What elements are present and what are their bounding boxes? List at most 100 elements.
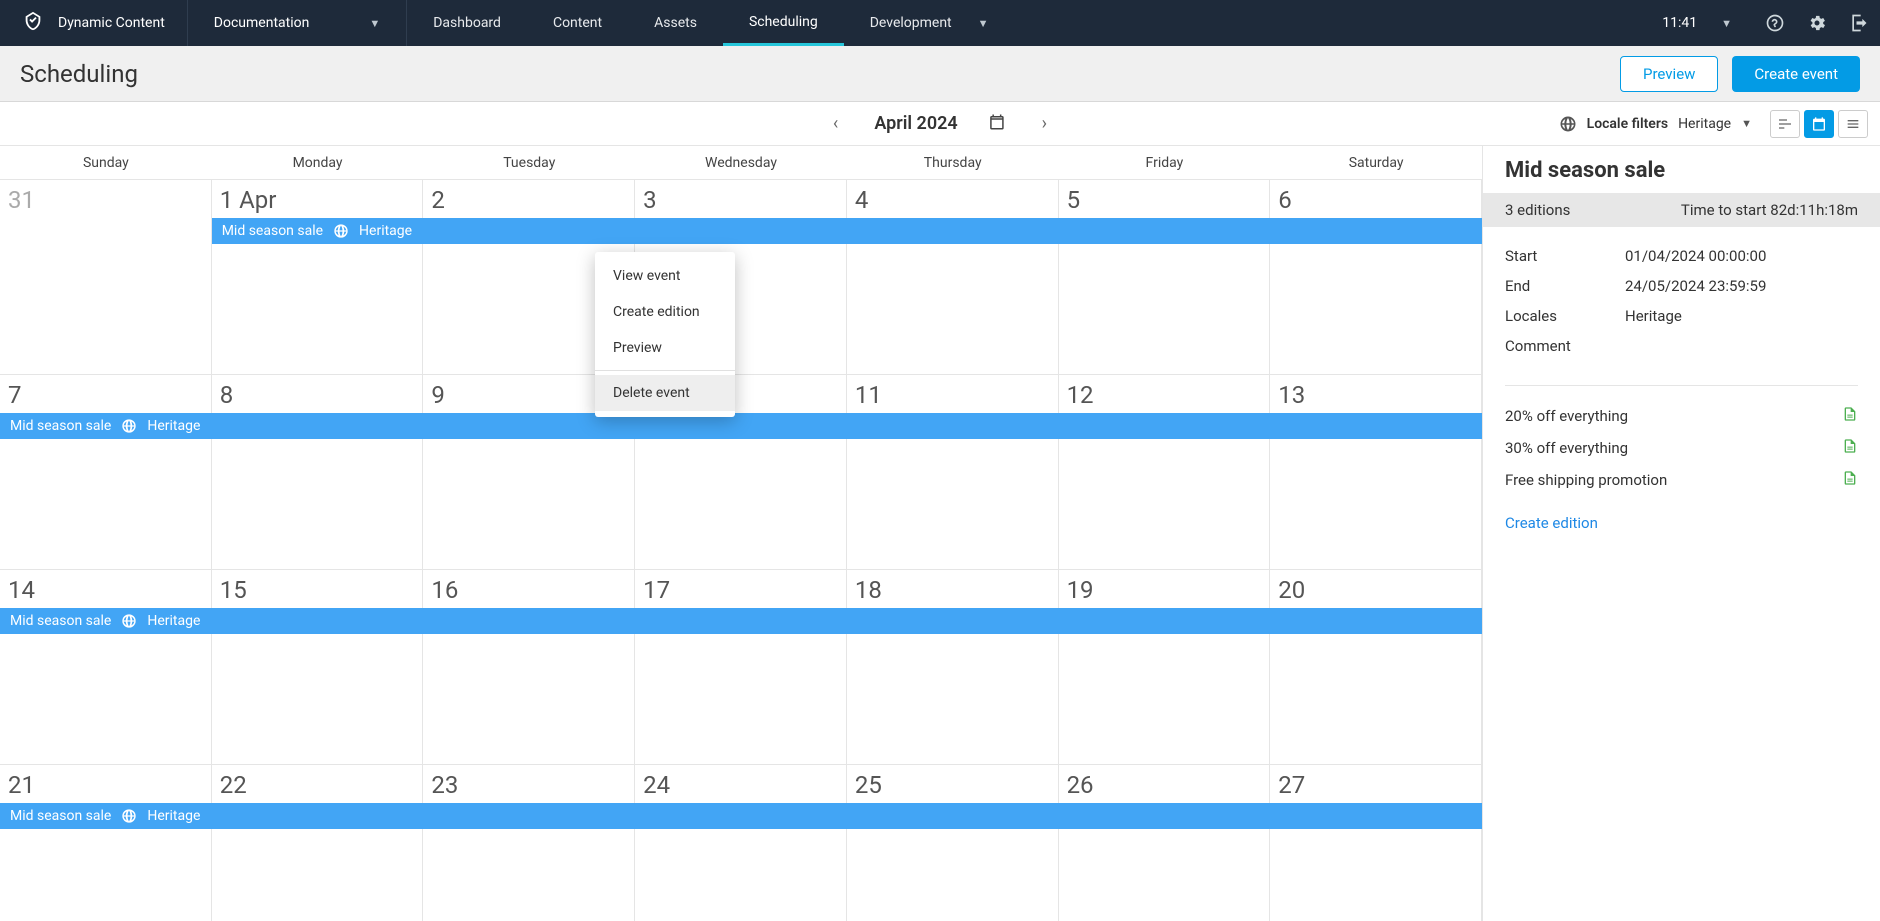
- event-bar[interactable]: Mid season saleHeritage: [0, 608, 1482, 634]
- calendar-cell[interactable]: 5: [1059, 180, 1271, 374]
- logout-button[interactable]: [1838, 0, 1880, 46]
- context-menu: View event Create edition Preview Delete…: [595, 252, 735, 417]
- nav-tab-assets[interactable]: Assets: [628, 0, 723, 46]
- calendar-cell[interactable]: 15: [212, 570, 424, 764]
- panel-summary-bar: 3 editions Time to start 82d:11h:18m: [1483, 193, 1880, 227]
- locale-filter-value: Heritage: [1678, 116, 1731, 132]
- create-edition-link[interactable]: Create edition: [1483, 500, 1880, 546]
- calendar-cell[interactable]: 13: [1270, 375, 1482, 569]
- nav-tabs: DashboardContentAssetsSchedulingDevelopm…: [407, 0, 1014, 46]
- preview-button[interactable]: Preview: [1620, 56, 1718, 92]
- panel-title: Mid season sale: [1483, 146, 1880, 193]
- locale-filter-label: Locale filters: [1587, 116, 1668, 132]
- calendar-view-button[interactable]: [1804, 110, 1834, 138]
- calendar-cell[interactable]: 7: [0, 375, 212, 569]
- document-icon: [1842, 470, 1858, 490]
- day-header: Thursday: [847, 146, 1059, 179]
- day-number: 6: [1278, 186, 1473, 214]
- event-label: Mid season sale: [10, 808, 111, 824]
- timeline-view-button[interactable]: [1770, 110, 1800, 138]
- menu-delete-event[interactable]: Delete event: [595, 375, 735, 411]
- edition-label: 30% off everything: [1505, 439, 1628, 457]
- page-title: Scheduling: [20, 60, 138, 88]
- menu-preview[interactable]: Preview: [595, 330, 735, 366]
- menu-create-edition[interactable]: Create edition: [595, 294, 735, 330]
- brand[interactable]: Dynamic Content: [0, 0, 188, 46]
- event-bar[interactable]: Mid season saleHeritage: [0, 803, 1482, 829]
- day-header: Sunday: [0, 146, 212, 179]
- edition-row[interactable]: 20% off everything: [1505, 400, 1858, 432]
- day-number: 16: [431, 576, 626, 604]
- document-icon: [1842, 406, 1858, 426]
- calendar-icon: [988, 113, 1006, 131]
- date-picker-button[interactable]: [988, 113, 1006, 135]
- edition-row[interactable]: 30% off everything: [1505, 432, 1858, 464]
- calendar-cell[interactable]: 12: [1059, 375, 1271, 569]
- globe-icon: [1559, 115, 1577, 133]
- day-number: 22: [220, 771, 415, 799]
- brand-icon: [22, 10, 44, 36]
- next-month-button[interactable]: ›: [1036, 107, 1053, 140]
- calendar-cell[interactable]: 21: [0, 765, 212, 921]
- calendar-cell[interactable]: 6: [1270, 180, 1482, 374]
- day-number: 19: [1067, 576, 1262, 604]
- day-number: 25: [855, 771, 1050, 799]
- event-label: Mid season sale: [222, 223, 323, 239]
- day-header: Saturday: [1270, 146, 1482, 179]
- calendar-cell[interactable]: 14: [0, 570, 212, 764]
- edition-label: 20% off everything: [1505, 407, 1628, 425]
- create-event-button[interactable]: Create event: [1732, 56, 1860, 92]
- edition-row[interactable]: Free shipping promotion: [1505, 464, 1858, 496]
- calendar-cell[interactable]: 19: [1059, 570, 1271, 764]
- day-number: 23: [431, 771, 626, 799]
- help-icon: [1765, 13, 1785, 33]
- time-label: 11:41: [1662, 15, 1697, 31]
- calendar-cell[interactable]: 11: [847, 375, 1059, 569]
- gear-icon: [1807, 13, 1827, 33]
- event-bar[interactable]: Mid season sale Heritage: [212, 218, 1482, 244]
- event-bar[interactable]: Mid season saleHeritage: [0, 413, 1482, 439]
- calendar-icon: [1811, 116, 1827, 132]
- calendar-cell[interactable]: 20: [1270, 570, 1482, 764]
- calendar: SundayMondayTuesdayWednesdayThursdayFrid…: [0, 146, 1482, 921]
- calendar-cell[interactable]: 4: [847, 180, 1059, 374]
- prev-month-button[interactable]: ‹: [827, 107, 844, 140]
- list-view-button[interactable]: [1838, 110, 1868, 138]
- calendar-cell[interactable]: 23: [423, 765, 635, 921]
- calendar-cell[interactable]: 26: [1059, 765, 1271, 921]
- help-button[interactable]: [1754, 0, 1796, 46]
- view-toggle: [1770, 110, 1868, 138]
- calendar-week: 21 22 23 24 25 2627Mid season saleHeritage: [0, 765, 1482, 921]
- calendar-cell[interactable]: 24: [635, 765, 847, 921]
- calendar-cell[interactable]: 31: [0, 180, 212, 374]
- day-number: 13: [1278, 381, 1473, 409]
- calendar-cell[interactable]: 8: [212, 375, 424, 569]
- calendar-cell[interactable]: 18: [847, 570, 1059, 764]
- calendar-cell[interactable]: 22: [212, 765, 424, 921]
- calendar-cell[interactable]: 17: [635, 570, 847, 764]
- chevron-down-icon: ▼: [369, 17, 380, 30]
- nav-tab-development[interactable]: Development▼: [844, 0, 1015, 46]
- time-dropdown[interactable]: 11:41 ▼: [1640, 15, 1754, 31]
- day-number: 4: [855, 186, 1050, 214]
- event-locale: Heritage: [359, 223, 412, 239]
- calendar-cell[interactable]: 25: [847, 765, 1059, 921]
- calendar-cell[interactable]: 1 Apr: [212, 180, 424, 374]
- divider: [1505, 385, 1858, 386]
- calendar-cell[interactable]: 27: [1270, 765, 1482, 921]
- nav-tab-dashboard[interactable]: Dashboard: [407, 0, 527, 46]
- menu-view-event[interactable]: View event: [595, 258, 735, 294]
- nav-tab-scheduling[interactable]: Scheduling: [723, 0, 844, 46]
- locale-filter[interactable]: Locale filters Heritage ▼: [1559, 115, 1752, 133]
- settings-button[interactable]: [1796, 0, 1838, 46]
- calendar-cell[interactable]: 16: [423, 570, 635, 764]
- nav-tab-content[interactable]: Content: [527, 0, 628, 46]
- globe-icon: [333, 223, 349, 239]
- field-value: 24/05/2024 23:59:59: [1625, 277, 1766, 295]
- day-number: 17: [643, 576, 838, 604]
- workspace-dropdown[interactable]: Documentation ▼: [188, 0, 407, 46]
- day-number: 18: [855, 576, 1050, 604]
- field-label: Start: [1505, 247, 1625, 265]
- day-number: 21: [8, 771, 203, 799]
- panel-fields: Start01/04/2024 00:00:00 End24/05/2024 2…: [1483, 227, 1880, 375]
